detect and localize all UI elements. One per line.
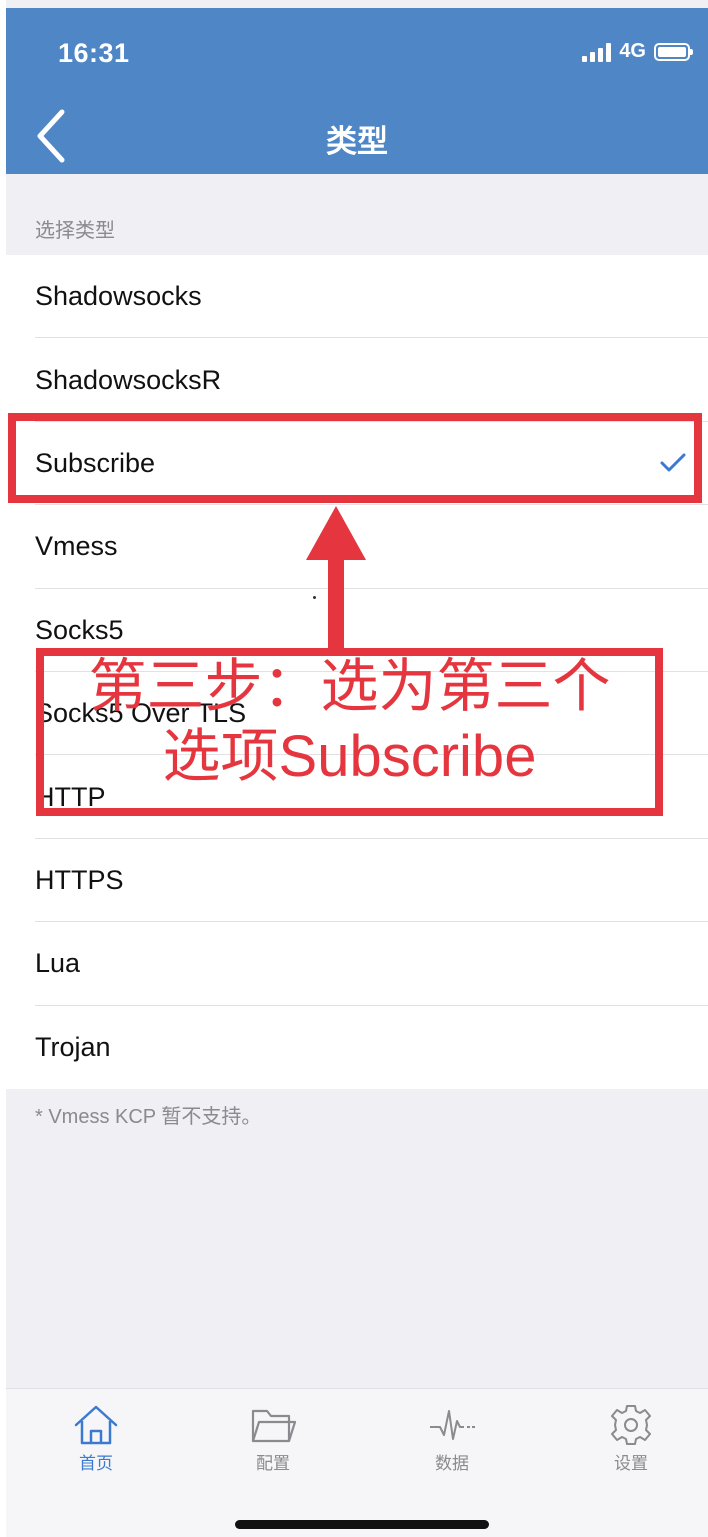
type-option-http[interactable]: HTTP: [6, 755, 708, 840]
screen: 16:31 4G 类型 选择类型 Shadowsocks Shadowsocks…: [6, 0, 708, 1537]
type-option-trojan[interactable]: Trojan: [6, 1006, 708, 1089]
option-label: HTTPS: [35, 864, 124, 895]
tab-config[interactable]: 配置: [213, 1403, 333, 1474]
option-label: Vmess: [35, 531, 118, 562]
option-label: Lua: [35, 948, 81, 979]
type-option-subscribe[interactable]: Subscribe: [6, 422, 708, 506]
stray-dot: [313, 596, 316, 599]
status-indicators: 4G: [582, 40, 693, 63]
type-list: Shadowsocks ShadowsocksR Subscribe Vmess…: [6, 255, 708, 1089]
tab-settings[interactable]: 设置: [571, 1403, 691, 1474]
option-label: Socks5 Over TLS: [35, 698, 247, 729]
battery-icon: [654, 42, 693, 61]
status-time: 16:31: [58, 38, 130, 68]
option-label: Subscribe: [35, 447, 156, 478]
tab-home[interactable]: 首页: [36, 1403, 156, 1474]
option-label: ShadowsocksR: [35, 364, 222, 395]
type-option-shadowsocksr[interactable]: ShadowsocksR: [6, 338, 708, 423]
section-header: 选择类型: [35, 220, 115, 242]
gear-icon: [611, 1405, 651, 1445]
type-option-https[interactable]: HTTPS: [6, 839, 708, 923]
page-title: 类型: [326, 124, 388, 159]
tab-bar: 首页 配置 数据 设置: [6, 1388, 708, 1537]
option-label: Trojan: [35, 1031, 111, 1062]
type-option-shadowsocks[interactable]: Shadowsocks: [6, 255, 708, 339]
option-label: HTTP: [35, 781, 106, 812]
option-label: Socks5: [35, 614, 124, 645]
signal-icon: [582, 42, 612, 62]
home-icon: [74, 1405, 118, 1445]
tab-label: 首页: [79, 1454, 113, 1473]
home-indicator: [235, 1520, 489, 1529]
option-label: Shadowsocks: [35, 281, 202, 312]
folder-icon: [251, 1409, 297, 1443]
checkmark-icon: [660, 453, 686, 472]
tab-label: 配置: [256, 1454, 290, 1473]
navigation-header: 16:31 4G 类型: [6, 8, 708, 174]
type-option-socks5[interactable]: Socks5: [6, 589, 708, 673]
type-option-lua[interactable]: Lua: [6, 922, 708, 1006]
tab-label: 数据: [435, 1454, 469, 1473]
network-type: 4G: [619, 40, 646, 62]
tab-data[interactable]: 数据: [392, 1403, 512, 1474]
type-option-socks5-over-tls[interactable]: Socks5 Over TLS: [6, 672, 708, 756]
type-option-vmess[interactable]: Vmess: [6, 505, 708, 589]
pulse-icon: [430, 1410, 475, 1440]
tab-label: 设置: [614, 1454, 648, 1473]
footnote: * Vmess KCP 暂不支持。: [35, 1106, 262, 1128]
